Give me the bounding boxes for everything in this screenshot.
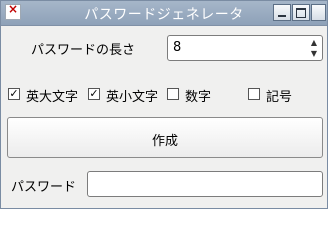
checkbox-uppercase-label[interactable]: 英大文字 xyxy=(26,86,78,105)
spin-arrows[interactable]: ▲ ▼ xyxy=(307,37,321,59)
maximize-button[interactable] xyxy=(292,4,310,21)
length-spinbox[interactable]: 8 ▲ ▼ xyxy=(167,35,323,61)
password-label: パスワード xyxy=(11,180,77,195)
close-button[interactable] xyxy=(311,4,326,21)
checkbox-digits-box[interactable] xyxy=(167,88,179,100)
generate-button-label: 作成 xyxy=(151,134,178,149)
length-label: パスワードの長さ xyxy=(31,43,136,58)
checkbox-symbols-box[interactable] xyxy=(248,88,260,100)
chevron-down-icon[interactable]: ▼ xyxy=(307,48,321,59)
minimize-button[interactable] xyxy=(273,4,291,21)
chevron-up-icon[interactable]: ▲ xyxy=(307,37,321,48)
password-output-field[interactable] xyxy=(87,171,323,197)
length-value[interactable]: 8 xyxy=(173,40,181,55)
checkbox-lowercase-label[interactable]: 英小文字 xyxy=(106,86,158,105)
checkbox-uppercase-box[interactable]: ✓ xyxy=(8,88,20,100)
title-bar[interactable]: × パスワードジェネレータ xyxy=(1,1,327,26)
checkbox-symbols-label[interactable]: 記号 xyxy=(266,86,292,105)
checkbox-lowercase-box[interactable]: ✓ xyxy=(88,88,100,100)
checkbox-digits-label[interactable]: 数字 xyxy=(185,86,211,105)
app-window: × パスワードジェネレータ パスワードの長さ 8 ▲ ▼ ✓ 英大文字 ✓ 英小… xyxy=(0,0,328,209)
generate-button[interactable]: 作成 xyxy=(7,117,323,158)
